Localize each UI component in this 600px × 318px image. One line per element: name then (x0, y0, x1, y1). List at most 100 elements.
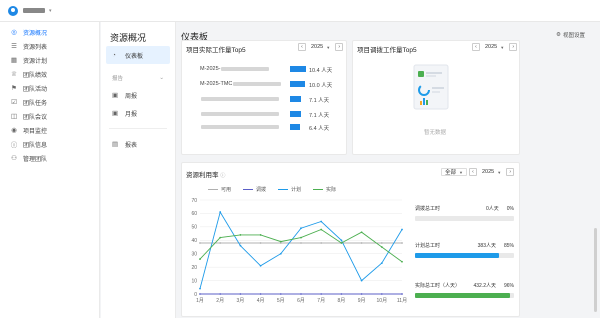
data-point[interactable] (239, 242, 242, 244)
view-settings-button[interactable]: ⚙ 视图设置 (556, 31, 585, 39)
data-point[interactable] (199, 287, 201, 290)
stat-value: 0人天 (485, 206, 499, 212)
user-name[interactable]: ▆▆▆▆ (23, 8, 45, 13)
data-point[interactable] (320, 228, 323, 231)
top5-adjust-year-selector: ‹ 2025 ▼ › (472, 43, 518, 51)
legend-item[interactable]: 可用 (208, 186, 231, 193)
next-year-button[interactable]: › (506, 168, 515, 176)
workload-bar[interactable] (290, 96, 301, 102)
data-point[interactable] (259, 293, 262, 295)
data-point[interactable] (380, 242, 383, 244)
data-point[interactable] (219, 242, 222, 244)
sidebar-item[interactable]: ◫ 团队会议 (0, 109, 99, 123)
legend-item[interactable]: 实际 (313, 186, 336, 193)
data-point[interactable] (380, 293, 383, 295)
data-point[interactable] (300, 242, 302, 244)
year-select[interactable]: 2025 ▼ (482, 43, 507, 51)
calendar-icon: ▦ (10, 57, 18, 64)
data-point[interactable] (340, 293, 343, 295)
legend-item[interactable]: 计划 (278, 186, 301, 193)
data-point[interactable] (320, 242, 323, 244)
data-point[interactable] (320, 293, 323, 295)
prev-year-button[interactable]: ‹ (298, 43, 306, 51)
sidebar-item[interactable]: ⚑ 团队活动 (0, 81, 99, 95)
subnav-group-reports[interactable]: 报告 ⌄ (106, 70, 170, 86)
data-point[interactable] (199, 242, 201, 244)
legend-item[interactable]: 调拨 (243, 186, 266, 193)
series-line-2[interactable] (199, 210, 403, 289)
sidebar-item-label: 管理团队 (23, 156, 48, 163)
subnav-item-dashboard[interactable]: ◔ 仪表板 (106, 46, 170, 64)
info-icon[interactable]: ⓘ (220, 173, 225, 179)
data-point[interactable] (401, 242, 403, 244)
data-point[interactable] (360, 279, 363, 282)
data-point[interactable] (219, 236, 222, 239)
data-point[interactable] (380, 262, 383, 265)
sidebar-item[interactable]: ⚇ 管理团队 (0, 151, 99, 165)
data-point[interactable] (340, 239, 343, 242)
data-point[interactable] (259, 234, 262, 236)
data-point[interactable] (239, 234, 242, 236)
next-year-button[interactable]: › (335, 43, 344, 51)
data-point[interactable] (360, 242, 363, 244)
data-point[interactable] (219, 293, 222, 295)
data-point[interactable] (279, 240, 282, 243)
data-point[interactable] (360, 231, 363, 234)
sidebar-item[interactable]: ◎ 资源概况 (0, 25, 99, 39)
subnav-item-weekly[interactable]: ▣ 周报 (106, 86, 170, 104)
sidebar-item[interactable]: ⓘ 团队信息 (0, 137, 99, 151)
chevron-down-icon[interactable]: ▾ (49, 8, 52, 14)
stat-progress-track (415, 253, 514, 258)
data-point[interactable] (300, 293, 302, 295)
data-point[interactable] (340, 242, 343, 244)
sidebar-item[interactable]: ♕ 团队绩效 (0, 67, 99, 81)
series-line-3[interactable] (199, 228, 403, 263)
data-point[interactable] (300, 236, 302, 239)
workload-bar[interactable] (290, 66, 306, 72)
dashboard-icon: ◔ (112, 51, 116, 59)
user-avatar-icon[interactable] (8, 5, 18, 16)
data-point[interactable] (239, 244, 242, 247)
workload-bar[interactable] (290, 124, 300, 130)
data-point[interactable] (259, 264, 262, 267)
data-point[interactable] (320, 220, 323, 223)
workload-value: 7.1 人天 (309, 98, 330, 104)
data-point[interactable] (360, 293, 363, 295)
data-point[interactable] (401, 228, 403, 231)
year-value: 2025 (311, 44, 324, 50)
info-icon: ⓘ (10, 142, 18, 149)
workload-bar[interactable] (290, 81, 305, 87)
table-icon: ▤ (112, 141, 119, 148)
next-year-button[interactable]: › (509, 43, 518, 51)
sidebar-item[interactable]: ▦ 资源计划 (0, 53, 99, 67)
utilization-title-text: 资源利用率 (186, 172, 219, 179)
data-point[interactable] (259, 242, 262, 244)
scope-select[interactable]: 全部 ▼ (441, 168, 467, 176)
data-point[interactable] (300, 227, 302, 230)
subnav-item-report[interactable]: ▤ 报表 (106, 135, 170, 153)
data-point[interactable] (199, 293, 201, 295)
sidebar-item[interactable]: ☰ 资源列表 (0, 39, 99, 53)
subnav-item-monthly[interactable]: ▣ 月报 (106, 104, 170, 122)
prev-year-button[interactable]: ‹ (472, 43, 480, 51)
prev-year-button[interactable]: ‹ (468, 168, 477, 176)
subnav-item-label: 月报 (125, 111, 138, 118)
workload-bar[interactable] (290, 111, 301, 117)
year-select[interactable]: 2025 ▼ (308, 43, 333, 51)
stat-progress-fill (415, 253, 500, 258)
year-select[interactable]: 2025 ▼ (479, 168, 504, 176)
legend-swatch (278, 189, 289, 191)
sidebar-item[interactable]: ◉ 项目监控 (0, 123, 99, 137)
data-point[interactable] (380, 246, 383, 248)
x-tick-label: 5月 (277, 298, 285, 304)
data-point[interactable] (279, 293, 282, 295)
data-point[interactable] (199, 258, 201, 260)
page-scrollbar[interactable] (594, 228, 597, 312)
sidebar-item[interactable]: ☑ 团队任务 (0, 95, 99, 109)
data-point[interactable] (401, 260, 403, 263)
data-point[interactable] (279, 252, 282, 255)
data-point[interactable] (401, 293, 403, 295)
sidebar-item-label: 团队绩效 (23, 72, 48, 79)
data-point[interactable] (239, 293, 242, 295)
data-point[interactable] (219, 211, 222, 213)
